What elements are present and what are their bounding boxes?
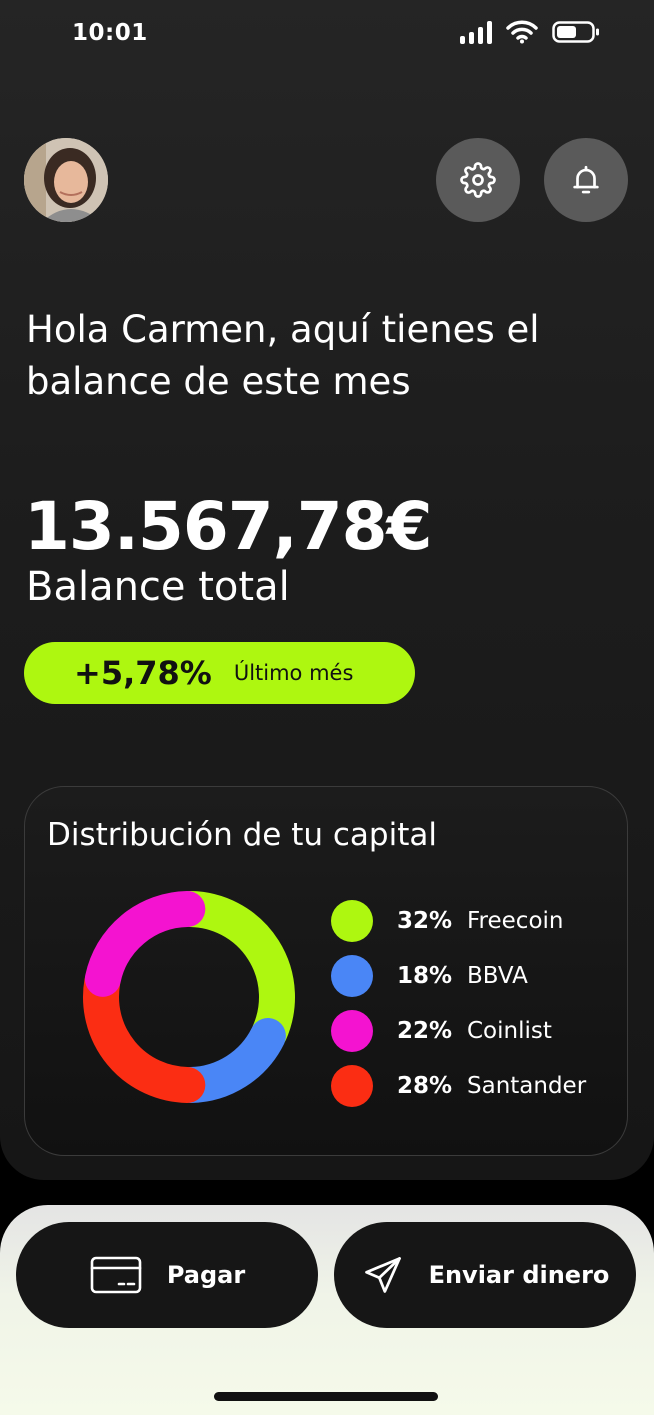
balance-label: Balance total [26, 564, 290, 610]
legend-percent: 22% [397, 1017, 453, 1044]
battery-icon [552, 21, 599, 43]
legend-item-freecoin: 32% Freecoin [331, 893, 586, 948]
legend-percent: 32% [397, 907, 453, 934]
home-indicator [214, 1392, 438, 1401]
credit-card-icon [90, 1256, 142, 1294]
pay-label: Pagar [166, 1261, 246, 1289]
distribution-title: Distribución de tu capital [47, 817, 437, 853]
donut-segment-santander [83, 964, 206, 1103]
avatar[interactable] [24, 138, 108, 222]
bell-icon [573, 165, 599, 194]
donut-segment-freecoin [172, 891, 295, 1051]
send-money-button[interactable]: Enviar dinero [334, 1222, 636, 1328]
gear-icon [460, 162, 496, 198]
paper-plane-icon [364, 1257, 401, 1293]
legend-dot-coinlist [331, 1009, 373, 1052]
greeting-heading: Hola Carmen, aquí tienes el balance de e… [26, 308, 540, 403]
legend-item-coinlist: 22% Coinlist [331, 1003, 586, 1058]
legend-name: Santander [467, 1072, 587, 1099]
change-value: +5,78% [74, 654, 212, 692]
send-money-label: Enviar dinero [428, 1261, 610, 1289]
legend-name: Freecoin [467, 907, 564, 934]
balance-amount: 13.567,78€ [24, 488, 433, 565]
donut-segment-coinlist [84, 891, 206, 997]
balance-change-badge: +5,78% Último més [24, 642, 415, 704]
legend-item-santander: 28% Santander [331, 1058, 586, 1113]
settings-button[interactable] [436, 138, 520, 222]
legend-item-bbva: 18% BBVA [331, 948, 586, 1003]
legend-dot-freecoin [331, 899, 373, 942]
legend-percent: 28% [397, 1072, 453, 1099]
capital-distribution-card: Distribución de tu capital 32% Freecoin … [24, 786, 628, 1156]
legend-dot-santander [331, 1064, 373, 1107]
status-icons [460, 20, 600, 44]
legend-dot-bbva [331, 954, 373, 997]
status-time: 10:01 [72, 20, 148, 46]
distribution-donut-chart [83, 891, 295, 1103]
legend-name: BBVA [467, 962, 528, 989]
wifi-icon [506, 20, 538, 44]
notifications-button[interactable] [544, 138, 628, 222]
user-avatar-icon [24, 138, 108, 222]
distribution-legend: 32% Freecoin 18% BBVA 22% Coinlist 28% S… [331, 893, 586, 1113]
legend-percent: 18% [397, 962, 453, 989]
change-period: Último més [233, 661, 354, 685]
signal-icon [460, 20, 492, 44]
status-bar: 10:01 [0, 0, 654, 70]
legend-name: Coinlist [467, 1017, 552, 1044]
pay-button[interactable]: Pagar [16, 1222, 318, 1328]
